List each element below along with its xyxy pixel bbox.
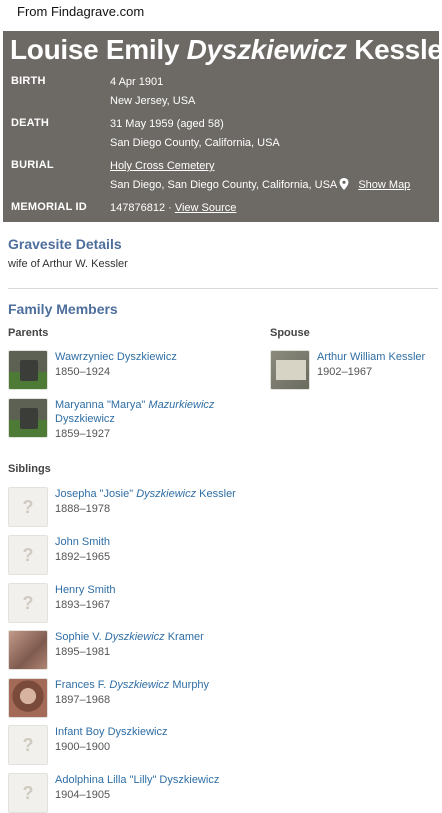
member-name-link[interactable]: Sophie V. Dyszkiewicz Kramer xyxy=(55,630,204,644)
gravesite-details-title: Gravesite Details xyxy=(8,236,122,252)
family-member[interactable]: ? John Smith 1892–1965 xyxy=(8,535,228,575)
cemetery-link[interactable]: Holy Cross Cemetery xyxy=(110,160,215,172)
headstone-photo[interactable] xyxy=(8,350,48,390)
maiden-name: Dyszkiewicz xyxy=(186,34,347,65)
family-members-title: Family Members xyxy=(8,301,118,317)
section-divider xyxy=(8,288,438,289)
member-dates: 1900–1900 xyxy=(55,741,111,753)
first-names: Louise Emily xyxy=(10,34,180,65)
family-member[interactable]: ? Josepha "Josie" Dyszkiewicz Kessler 1888… xyxy=(8,487,236,527)
family-member[interactable]: Arthur William Kessler 1902–1967 xyxy=(270,350,442,390)
member-name-link[interactable]: Infant Boy Dyszkiewicz xyxy=(55,725,167,739)
family-member[interactable]: Maryanna "Marya" Mazurkiewicz Dyszkiewicz… xyxy=(8,398,228,440)
memorial-id-label: MEMORIAL ID xyxy=(11,201,87,213)
family-member[interactable]: ? Infant Boy Dyszkiewicz 1900–1900 xyxy=(8,725,228,765)
burial-place: San Diego, San Diego County, California,… xyxy=(110,179,338,191)
photo-placeholder-icon[interactable]: ? xyxy=(8,487,48,527)
headstone-photo[interactable] xyxy=(8,398,48,438)
gravesite-note: wife of Arthur W. Kessler xyxy=(8,258,128,270)
memorial-id-value: 147876812 · View Source xyxy=(110,199,236,218)
burial-label: BURIAL xyxy=(11,159,54,171)
birth-label: BIRTH xyxy=(11,75,46,87)
grave-marker-photo[interactable] xyxy=(270,350,310,390)
memorial-id: 147876812 · xyxy=(110,202,172,214)
siblings-label: Siblings xyxy=(8,463,51,475)
member-dates: 1892–1965 xyxy=(55,551,111,563)
show-map-link[interactable]: Show Map xyxy=(358,179,410,191)
source-note: From Findagrave.com xyxy=(17,4,145,19)
member-dates: 1904–1905 xyxy=(55,789,111,801)
family-member[interactable]: Sophie V. Dyszkiewicz Kramer 1895–1981 xyxy=(8,630,228,670)
family-member[interactable]: Wawrzyniec Dyszkiewicz 1850–1924 xyxy=(8,350,228,390)
member-name-link[interactable]: Frances F. Dyszkiewicz Murphy xyxy=(55,678,209,692)
member-dates: 1893–1967 xyxy=(55,599,111,611)
member-name-link[interactable]: Wawrzyniec Dyszkiewicz xyxy=(55,350,177,364)
burial-value: Holy Cross Cemetery San Diego, San Diego… xyxy=(110,157,410,195)
photo-placeholder-icon[interactable]: ? xyxy=(8,725,48,765)
death-value: 31 May 1959 (aged 58) San Diego County, … xyxy=(110,115,280,153)
family-member[interactable]: Frances F. Dyszkiewicz Murphy 1897–1968 xyxy=(8,678,228,718)
last-name: Kessler xyxy=(354,34,442,65)
photo-placeholder-icon[interactable]: ? xyxy=(8,773,48,813)
birth-value: 4 Apr 1901 New Jersey, USA xyxy=(110,73,195,111)
marble-headstone-photo[interactable] xyxy=(8,630,48,670)
member-name-link[interactable]: Henry Smith xyxy=(55,583,116,597)
member-name-link[interactable]: Maryanna "Marya" Mazurkiewicz Dyszkiewicz xyxy=(55,398,214,426)
portrait-photo[interactable] xyxy=(8,678,48,718)
member-dates: 1902–1967 xyxy=(317,366,373,378)
member-dates: 1895–1981 xyxy=(55,646,111,658)
photo-placeholder-icon[interactable]: ? xyxy=(8,535,48,575)
member-dates: 1850–1924 xyxy=(55,366,111,378)
spouse-label: Spouse xyxy=(270,327,310,339)
birth-place: New Jersey, USA xyxy=(110,95,196,107)
member-dates: 1888–1978 xyxy=(55,503,111,515)
view-source-link[interactable]: View Source xyxy=(175,202,237,214)
memorial-name: Louise Emily Dyszkiewicz Kessler xyxy=(10,34,442,66)
death-place: San Diego County, California, USA xyxy=(110,137,280,149)
member-name-link[interactable]: John Smith xyxy=(55,535,110,549)
family-member[interactable]: ? Adolphina Lilla "Lilly" Dyszkiewicz 1904… xyxy=(8,773,228,813)
memorial-header: Louise Emily Dyszkiewicz Kessler BIRTH 4… xyxy=(3,31,442,222)
death-date: 31 May 1959 (aged 58) xyxy=(110,118,224,130)
family-member[interactable]: ? Henry Smith 1893–1967 xyxy=(8,583,228,623)
member-name-link[interactable]: Josepha "Josie" Dyszkiewicz Kessler xyxy=(55,487,236,501)
photo-placeholder-icon[interactable]: ? xyxy=(8,583,48,623)
member-dates: 1859–1927 xyxy=(55,428,111,440)
parents-label: Parents xyxy=(8,327,49,339)
birth-date: 4 Apr 1901 xyxy=(110,76,164,88)
member-dates: 1897–1968 xyxy=(55,694,111,706)
member-name-link[interactable]: Arthur William Kessler xyxy=(317,350,425,364)
death-label: DEATH xyxy=(11,117,50,129)
member-name-link[interactable]: Adolphina Lilla "Lilly" Dyszkiewicz xyxy=(55,773,219,787)
map-pin-icon xyxy=(339,178,349,190)
